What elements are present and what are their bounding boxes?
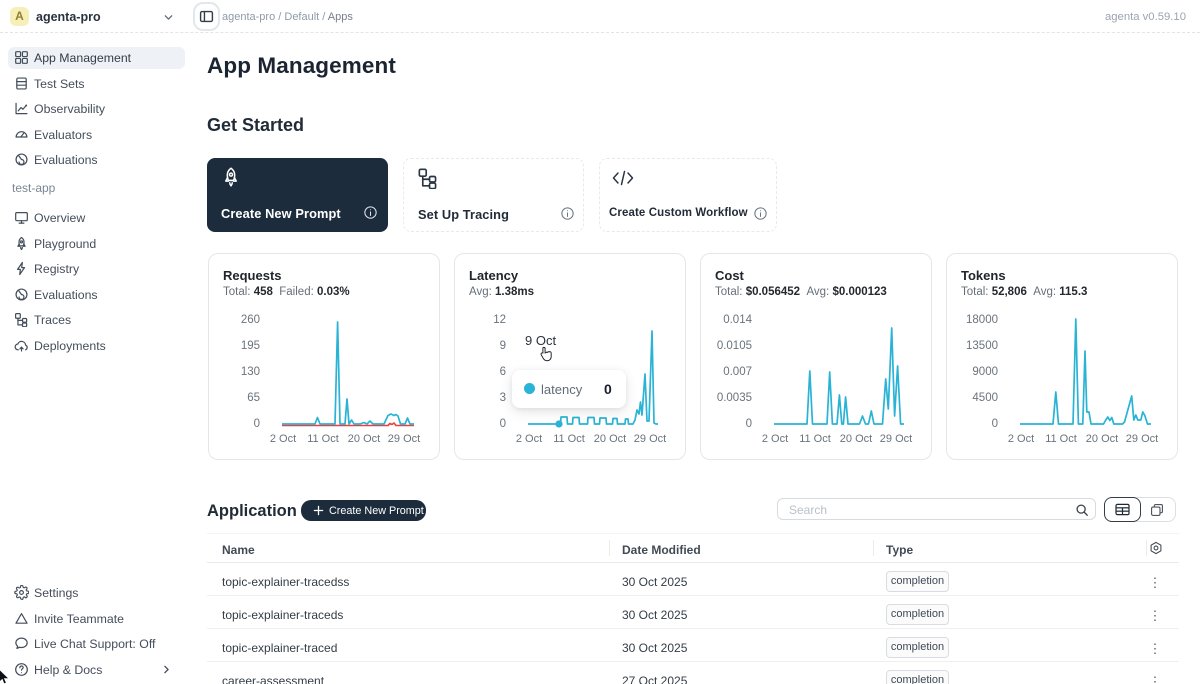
svg-text:2 Oct: 2 Oct	[762, 433, 788, 445]
svg-text:6: 6	[500, 366, 506, 378]
svg-text:0.0035: 0.0035	[717, 392, 752, 404]
svg-text:4500: 4500	[972, 392, 998, 404]
svg-text:0: 0	[254, 418, 260, 430]
svg-text:3: 3	[500, 392, 506, 404]
svg-text:20 Oct: 20 Oct	[1086, 433, 1118, 445]
svg-text:29 Oct: 29 Oct	[634, 433, 666, 445]
svg-text:0.0105: 0.0105	[717, 340, 752, 352]
svg-text:9: 9	[500, 340, 506, 352]
svg-text:29 Oct: 29 Oct	[1126, 433, 1158, 445]
svg-text:0: 0	[500, 418, 506, 430]
svg-text:20 Oct: 20 Oct	[840, 433, 872, 445]
svg-text:130: 130	[241, 366, 260, 378]
svg-text:13500: 13500	[966, 340, 998, 352]
svg-text:29 Oct: 29 Oct	[388, 433, 420, 445]
svg-text:195: 195	[241, 340, 260, 352]
svg-text:2 Oct: 2 Oct	[516, 433, 542, 445]
svg-text:9000: 9000	[972, 366, 998, 378]
svg-text:11 Oct: 11 Oct	[1045, 433, 1077, 445]
svg-text:11 Oct: 11 Oct	[307, 433, 339, 445]
svg-text:2 Oct: 2 Oct	[1008, 433, 1034, 445]
svg-text:260: 260	[241, 314, 260, 326]
svg-text:65: 65	[247, 392, 260, 404]
svg-text:29 Oct: 29 Oct	[880, 433, 912, 445]
svg-text:20 Oct: 20 Oct	[348, 433, 380, 445]
svg-text:11 Oct: 11 Oct	[799, 433, 831, 445]
svg-text:2 Oct: 2 Oct	[270, 433, 296, 445]
svg-text:12: 12	[493, 314, 506, 326]
svg-text:0.007: 0.007	[723, 366, 752, 378]
svg-text:0.014: 0.014	[723, 314, 752, 326]
svg-text:0: 0	[746, 418, 752, 430]
svg-text:20 Oct: 20 Oct	[594, 433, 626, 445]
svg-text:18000: 18000	[966, 314, 998, 326]
svg-text:0: 0	[992, 418, 998, 430]
svg-text:11 Oct: 11 Oct	[553, 433, 585, 445]
